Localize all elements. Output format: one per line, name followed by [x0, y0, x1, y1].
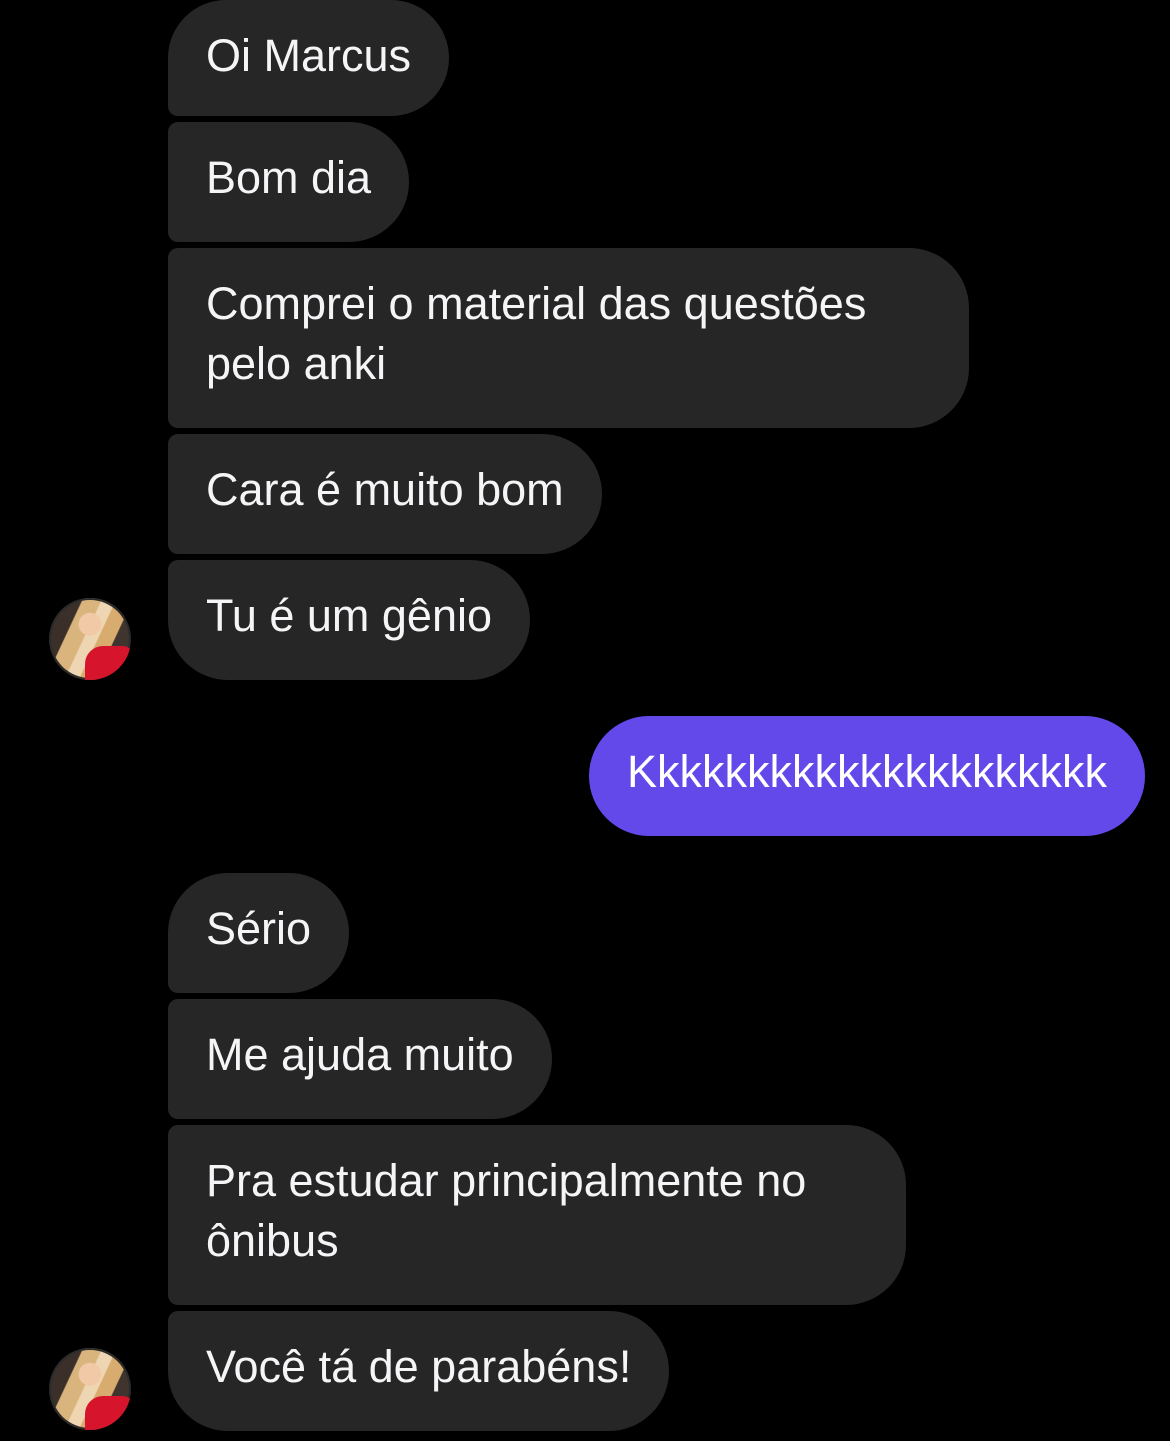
incoming-message-bubble[interactable]: Oi Marcus — [168, 0, 450, 116]
avatar-photo-detail — [85, 646, 131, 680]
incoming-message-bubble[interactable]: Você tá de parabéns! — [168, 1311, 670, 1431]
incoming-message-bubble[interactable]: Me ajuda muito — [168, 999, 552, 1119]
incoming-message-bubble[interactable]: Cara é muito bom — [168, 434, 602, 554]
contact-avatar[interactable] — [49, 1348, 131, 1430]
contact-avatar[interactable] — [49, 598, 131, 680]
incoming-message-bubble[interactable]: Sério — [168, 873, 350, 993]
incoming-message-bubble[interactable]: Bom dia — [168, 122, 410, 242]
outgoing-message-bubble[interactable]: Kkkkkkkkkkkkkkkkkkkkk — [588, 716, 1145, 836]
incoming-message-bubble[interactable]: Pra estudar principalmente no ônibus — [168, 1125, 906, 1305]
avatar-photo-detail — [85, 1396, 131, 1430]
incoming-message-bubble[interactable]: Tu é um gênio — [168, 560, 530, 680]
incoming-message-bubble[interactable]: Comprei o material das questões pelo ank… — [168, 248, 969, 428]
